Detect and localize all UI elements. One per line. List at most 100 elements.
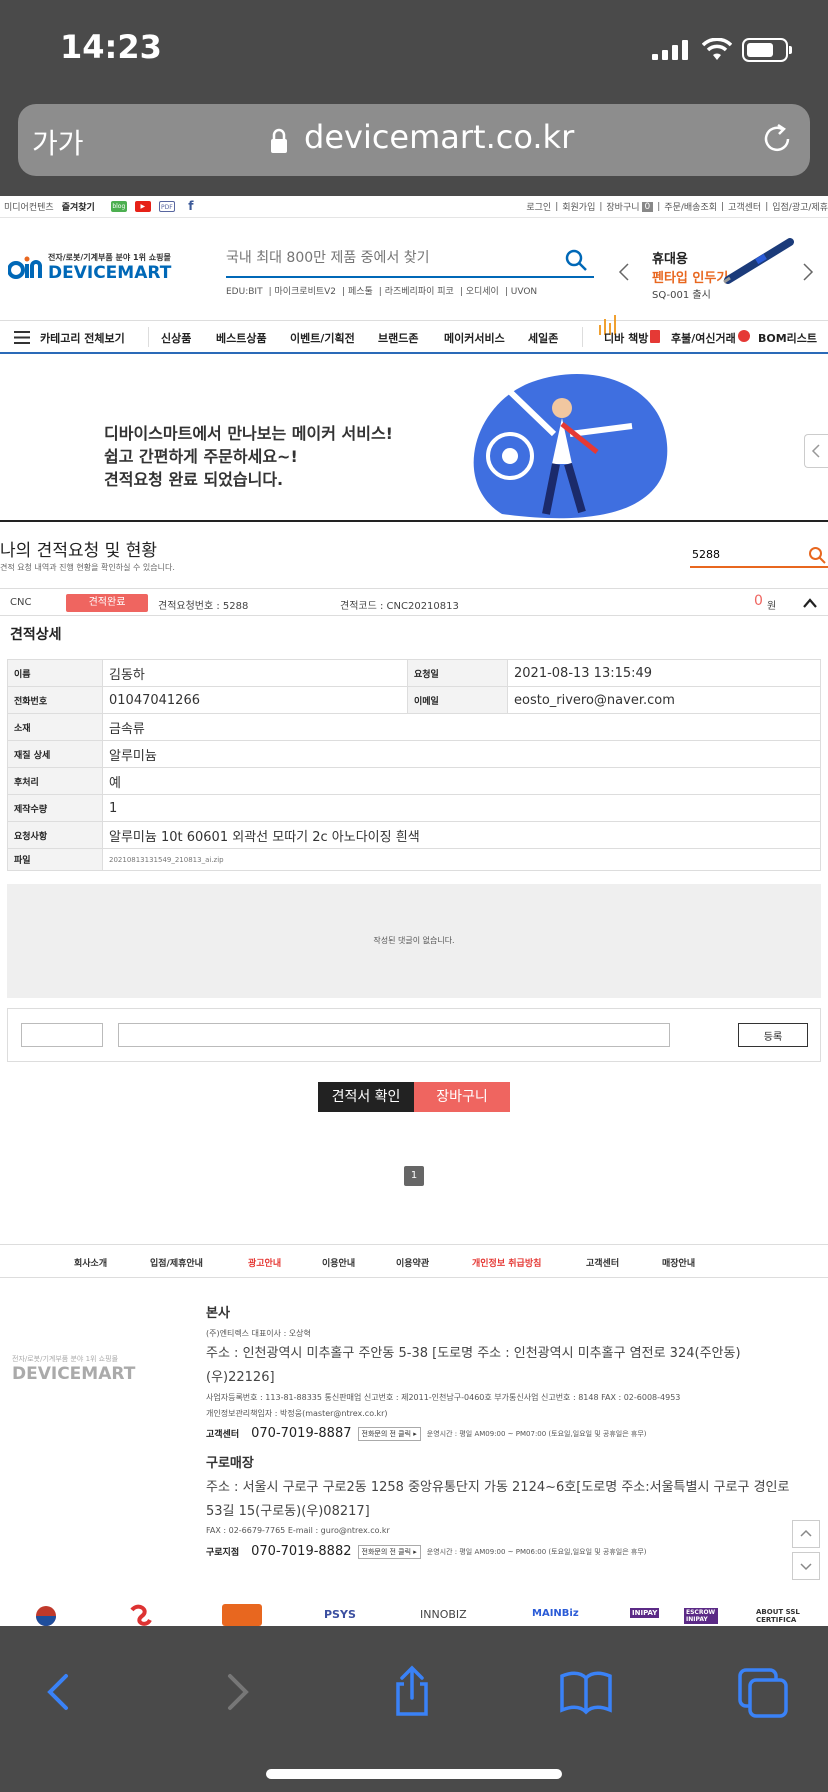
footer-link-partnership[interactable]: 입점/제휴안내 <box>150 1256 203 1269</box>
nav-events[interactable]: 이벤트/기획전 <box>290 330 355 346</box>
table-row: 소재 금속류 <box>7 713 821 741</box>
quick-link-odyssey[interactable]: 오디세이 <box>466 287 499 297</box>
comment-name-input[interactable] <box>21 1023 103 1047</box>
order-tracking-link[interactable]: 주문/배송조회 <box>664 200 717 213</box>
promo-next-icon[interactable] <box>802 262 814 282</box>
table-row: 이름 김동하 요청일 2021-08-13 13:15:49 <box>7 659 821 687</box>
pagination-page-1[interactable]: 1 <box>404 1166 424 1186</box>
tabs-icon[interactable] <box>732 1662 792 1722</box>
store-phone[interactable]: 070-7019-8882 <box>251 1544 351 1559</box>
pdf-icon[interactable]: PDF <box>158 201 175 212</box>
quote-currency: 원 <box>767 601 777 612</box>
store-contact-row: 구로지점 070-7019-8882 전화문의 전 클릭 ▸ 운영시간 : 평일… <box>206 1544 647 1559</box>
nav-sale-zone[interactable]: 세일존 <box>528 330 558 346</box>
footer-link-ads[interactable]: 광고안내 <box>248 1256 281 1269</box>
chevron-up-icon <box>800 1529 812 1537</box>
quote-search-input[interactable] <box>692 548 792 561</box>
facebook-icon[interactable]: f <box>182 200 199 212</box>
status-bar: 14:23 <box>0 0 828 98</box>
footer-link-usage[interactable]: 이용안내 <box>322 1256 355 1269</box>
quick-link-festool[interactable]: 페스툴 <box>348 287 373 297</box>
search-input[interactable] <box>226 250 546 266</box>
quote-search-box <box>690 542 828 568</box>
cert-innobiz: INNOBIZ <box>420 1608 467 1621</box>
logo-name: DEVICEMART <box>48 263 172 283</box>
youtube-icon[interactable]: ▶ <box>134 201 151 212</box>
forward-icon[interactable] <box>206 1662 266 1722</box>
text-size-button[interactable]: 가가 <box>32 122 84 162</box>
store-address: 주소 : 서울시 구로구 구로2동 1258 중앙유통단지 가동 2124~6호… <box>206 1480 790 1519</box>
quick-link-edubit[interactable]: EDU:BIT <box>226 287 263 297</box>
nav-maker-service[interactable]: 메이커서비스 <box>444 330 505 346</box>
status-badge: 견적완료 <box>66 594 148 612</box>
devicemart-logo-icon <box>8 256 42 279</box>
login-link[interactable]: 로그인 <box>526 200 551 213</box>
request-label: 요청사항 <box>7 821 103 849</box>
footer-link-terms[interactable]: 이용약관 <box>396 1256 429 1269</box>
view-quote-button[interactable]: 견적서 확인 <box>318 1082 414 1112</box>
quote-summary-row[interactable]: CNC 견적완료 견적요청번호 : 5288 견적코드 : CNC2021081… <box>0 588 828 616</box>
file-label: 파일 <box>7 848 103 871</box>
table-row: 요청사항 알루미늄 10t 60601 외곽선 모따기 2c 아노다이징 흰색 <box>7 821 821 849</box>
store-hours: 운영시간 : 평일 AM09:00 ~ PM06:00 (토요일,일요일 및 공… <box>426 1547 647 1556</box>
nav-all-categories[interactable]: 카테고리 전체보기 <box>40 330 125 346</box>
hamburger-icon[interactable] <box>14 331 30 344</box>
nav-new-products[interactable]: 신상품 <box>161 330 191 346</box>
search-icon[interactable] <box>564 248 588 272</box>
blog-icon[interactable]: blog <box>110 201 127 212</box>
quote-amount: 0 <box>754 593 763 609</box>
reload-icon[interactable] <box>760 122 794 156</box>
post-process-value: 예 <box>102 767 821 795</box>
chevron-up-icon[interactable] <box>802 597 818 609</box>
back-icon[interactable] <box>30 1662 90 1722</box>
hq-call-button[interactable]: 전화문의 전 클릭 ▸ <box>357 1426 421 1441</box>
url-field[interactable]: 가가 devicemart.co.kr <box>18 104 810 176</box>
cert-mainbiz: MAINBiz <box>532 1608 579 1619</box>
footer-link-company[interactable]: 회사소개 <box>74 1256 107 1269</box>
scroll-bottom-button[interactable] <box>792 1552 820 1580</box>
material-value: 금속류 <box>102 713 821 741</box>
search-icon[interactable] <box>808 546 826 564</box>
nav-diva-books[interactable]: 디바 책방 <box>604 330 648 346</box>
favorites-link[interactable]: 즐겨찾기 <box>62 200 95 213</box>
hq-phone[interactable]: 070-7019-8887 <box>251 1426 351 1441</box>
main-nav: 카테고리 전체보기 신상품 베스트상품 이벤트/기획전 브랜드존 메이커서비스 … <box>0 315 828 354</box>
footer-link-privacy[interactable]: 개인정보 취급방침 <box>472 1256 541 1269</box>
nav-credit-trade[interactable]: 후불/여신거래 <box>671 330 736 346</box>
request-value: 알루미늄 10t 60601 외곽선 모따기 2c 아노다이징 흰색 <box>102 821 821 849</box>
cart-link[interactable]: 장바구니 <box>606 200 639 213</box>
share-icon[interactable] <box>382 1662 442 1722</box>
store-call-button[interactable]: 전화문의 전 클릭 ▸ <box>357 1544 421 1559</box>
comment-submit-button[interactable]: 등록 <box>738 1023 808 1047</box>
footer-link-stores[interactable]: 매장안내 <box>662 1256 695 1269</box>
quick-link-uvon[interactable]: UVON <box>511 287 537 297</box>
signup-link[interactable]: 회원가입 <box>562 200 595 213</box>
logo-tagline: 전자/로봇/기계부품 분야 1위 쇼핑몰 <box>48 253 171 262</box>
battery-icon <box>742 38 792 62</box>
media-content-link[interactable]: 미디어컨텐츠 <box>4 200 54 213</box>
quantity-label: 제작수량 <box>7 794 103 822</box>
nav-brand-zone[interactable]: 브랜드존 <box>378 330 418 346</box>
maker-service-banner: 디바이스마트에서 만나보는 메이커 서비스! 쉽고 간편하게 주문하세요~! 견… <box>0 354 828 522</box>
bookmarks-icon[interactable] <box>556 1662 616 1722</box>
footer-logo-name: DEVICEMART <box>12 1364 136 1384</box>
partnership-link[interactable]: 입점/광고/제휴 <box>772 200 828 213</box>
hq-title: 본사 <box>206 1306 230 1321</box>
site-logo[interactable]: 전자/로봇/기계부품 분야 1위 쇼핑몰 DEVICEMART <box>8 252 171 283</box>
quick-link-pico[interactable]: 라즈베리파이 피코 <box>385 287 454 297</box>
nav-best-products[interactable]: 베스트상품 <box>216 330 267 346</box>
hq-address: 주소 : 인천광역시 미추홀구 주안동 5-38 [도로명 주소 : 인천광역시… <box>206 1346 741 1385</box>
add-to-cart-button[interactable]: 장바구니 <box>414 1082 510 1112</box>
side-panel-toggle[interactable] <box>804 434 828 468</box>
scroll-top-button[interactable] <box>792 1520 820 1548</box>
file-link[interactable]: 20210813131549_210813_ai.zip <box>102 848 821 871</box>
comment-text-input[interactable] <box>118 1023 670 1047</box>
promo-prev-icon[interactable] <box>618 262 630 282</box>
footer-link-cs[interactable]: 고객센터 <box>586 1256 619 1269</box>
customer-center-link[interactable]: 고객센터 <box>728 200 761 213</box>
banner-line1: 디바이스마트에서 만나보는 메이커 서비스! <box>104 424 393 443</box>
comment-list-empty: 작성된 댓글이 없습니다. <box>7 884 821 998</box>
nav-bom-list[interactable]: BOM리스트 <box>758 330 817 346</box>
quick-link-microbit[interactable]: 마이크로비트V2 <box>274 287 336 297</box>
hq-privacy-officer: 개인정보관리책임자 : 박정웅(master@ntrex.co.kr) <box>206 1409 388 1418</box>
